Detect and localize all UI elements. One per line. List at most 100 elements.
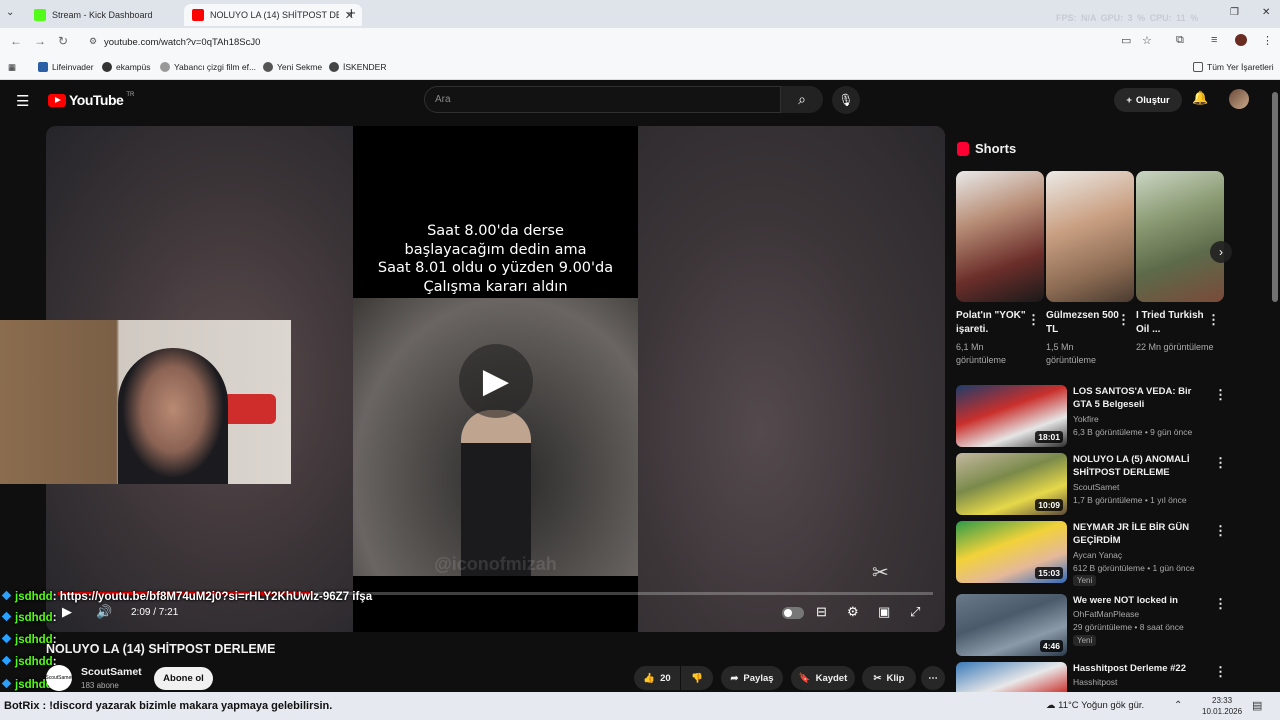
- short-more-icon[interactable]: ⋮: [1207, 312, 1220, 328]
- menu-icon[interactable]: ☰: [16, 92, 29, 110]
- volume-icon[interactable]: 🔊: [96, 604, 112, 620]
- account-avatar[interactable]: [1229, 89, 1249, 109]
- reload-icon[interactable]: ↻: [58, 34, 68, 48]
- shorts-logo-icon: [957, 141, 969, 156]
- recommended-video[interactable]: 18:01 LOS SANTOS'A VEDA: Bir GTA 5 Belge…: [956, 385, 1266, 447]
- bookmark-yeni-sekme[interactable]: Yeni Sekme: [263, 62, 322, 72]
- autoplay-toggle[interactable]: [782, 607, 804, 619]
- create-button[interactable]: + Oluştur: [1114, 88, 1182, 112]
- bookmark-star-icon[interactable]: ☆: [1142, 34, 1152, 47]
- bookmark-ekampus[interactable]: ekampüs: [102, 62, 151, 72]
- more-icon[interactable]: ⋮: [1214, 664, 1227, 680]
- video-thumbnail[interactable]: 15:03: [956, 521, 1067, 583]
- short-thumbnail[interactable]: [1046, 171, 1134, 302]
- short-title[interactable]: Gülmezsen 500 TL: [1046, 309, 1124, 337]
- channel-name[interactable]: ScoutSamet: [81, 666, 142, 678]
- theater-mode-icon[interactable]: ▣: [878, 604, 890, 620]
- share-button[interactable]: ➦ Paylaş: [721, 666, 783, 690]
- weather-widget[interactable]: ☁ 11°C Yoğun gök gür.: [1046, 700, 1144, 711]
- forward-icon[interactable]: →: [34, 34, 46, 48]
- recommended-title[interactable]: We were NOT locked in: [1073, 594, 1213, 607]
- system-clock[interactable]: 23:33 10.01.2026: [1202, 695, 1242, 717]
- page-scrollbar[interactable]: [1270, 80, 1280, 692]
- subscriber-count: 183 abone: [81, 681, 119, 690]
- tab-youtube-video[interactable]: NOLUYO LA (14) SHİTPOST DE ✕: [184, 4, 362, 26]
- dislike-button[interactable]: 👎: [681, 666, 713, 690]
- site-info-icon[interactable]: ⚙: [89, 36, 97, 47]
- shorts-next-button[interactable]: ›: [1210, 241, 1232, 263]
- clip-button[interactable]: ✂ Klip: [862, 666, 916, 690]
- recommended-video[interactable]: 15:03 NEYMAR JR İLE BİR GÜN GEÇİRDİM Ayc…: [956, 521, 1266, 586]
- more-actions-button[interactable]: ⋯: [921, 666, 945, 690]
- video-caption: Saat 8.00'da derse başlayacağım dedin am…: [353, 222, 638, 296]
- recommended-title[interactable]: Hasshitpost Derleme #22: [1073, 662, 1213, 675]
- url-field[interactable]: ⚙ youtube.com/watch?v=0qTAh18ScJ0: [82, 31, 1167, 53]
- scrollbar-thumb[interactable]: [1272, 92, 1278, 302]
- weather-text: 11°C Yoğun gök gür.: [1058, 700, 1145, 711]
- tab-search-icon[interactable]: ⌄: [6, 7, 14, 18]
- save-button[interactable]: 🔖 Kaydet: [791, 666, 855, 690]
- notification-icon[interactable]: ▤: [1252, 699, 1262, 712]
- bookmark-iskender[interactable]: İSKENDER: [329, 62, 386, 72]
- recommended-title[interactable]: NOLUYO LA (5) ANOMALİ SHİTPOST DERLEME: [1073, 453, 1213, 479]
- recommended-channel[interactable]: Hasshitpost: [1073, 677, 1117, 687]
- clock-date: 10.01.2026: [1202, 707, 1243, 716]
- apps-icon[interactable]: ▦: [8, 62, 16, 73]
- new-tab-button[interactable]: +: [347, 5, 356, 22]
- play-pause-icon[interactable]: ▶: [62, 604, 72, 620]
- short-title[interactable]: Polat'ın "YOK" işareti.: [956, 309, 1034, 337]
- recommended-video[interactable]: 10:09 NOLUYO LA (5) ANOMALİ SHİTPOST DER…: [956, 453, 1266, 515]
- subscribe-button[interactable]: Abone ol: [154, 667, 213, 690]
- profile-avatar[interactable]: [1235, 34, 1247, 46]
- tray-chevron-icon[interactable]: ⌃: [1174, 700, 1182, 711]
- video-thumbnail[interactable]: 4:46: [956, 594, 1067, 656]
- tab-kick-dashboard[interactable]: Stream - Kick Dashboard ✕: [26, 4, 204, 26]
- video-thumbnail[interactable]: [956, 662, 1067, 692]
- like-button[interactable]: 👍 20: [634, 666, 680, 690]
- video-watermark: @iconofmizah: [434, 554, 557, 574]
- big-play-button[interactable]: ▶: [459, 344, 533, 418]
- short-more-icon[interactable]: ⋮: [1027, 312, 1040, 328]
- badge-icon: [1, 611, 12, 622]
- recommended-title[interactable]: LOS SANTOS'A VEDA: Bir GTA 5 Belgeseli: [1073, 385, 1213, 411]
- extensions-icon[interactable]: ⧉: [1176, 34, 1184, 47]
- recommended-channel[interactable]: OhFatManPlease: [1073, 609, 1139, 619]
- close-window-icon[interactable]: ✕: [1262, 7, 1270, 18]
- fullscreen-icon[interactable]: ⤢: [910, 604, 920, 620]
- short-title[interactable]: I Tried Turkish Oil ...: [1136, 309, 1214, 337]
- short-more-icon[interactable]: ⋮: [1117, 312, 1130, 328]
- short-thumbnail[interactable]: [1136, 171, 1224, 302]
- bookmark-lifeinvader[interactable]: Lifeinvader: [38, 62, 94, 72]
- settings-gear-icon[interactable]: ⚙: [847, 604, 859, 620]
- channel-avatar[interactable]: ScoutSamet: [45, 665, 73, 691]
- recommended-channel[interactable]: ScoutSamet: [1073, 482, 1119, 492]
- youtube-logo[interactable]: YouTube TR: [48, 92, 134, 108]
- caption-line: Saat 8.00'da derse: [427, 223, 564, 239]
- bookmark-icon: 🔖: [798, 672, 811, 684]
- video-thumbnail[interactable]: 18:01: [956, 385, 1067, 447]
- recommended-title[interactable]: NEYMAR JR İLE BİR GÜN GEÇİRDİM: [1073, 521, 1213, 547]
- search-input[interactable]: Ara: [424, 86, 781, 113]
- thumbs-down-icon: 👎: [691, 672, 703, 684]
- more-icon[interactable]: ⋮: [1214, 523, 1227, 539]
- voice-search-button[interactable]: 🎙: [832, 86, 860, 114]
- bookmark-cizgi-film[interactable]: Yabancı çizgi film ef...: [160, 62, 256, 72]
- video-thumbnail[interactable]: 10:09: [956, 453, 1067, 515]
- more-icon[interactable]: ⋮: [1214, 387, 1227, 403]
- recommended-channel[interactable]: Yokfire: [1073, 414, 1099, 424]
- cast-icon[interactable]: ▭: [1121, 34, 1131, 47]
- browser-menu-icon[interactable]: ⋮: [1262, 34, 1273, 47]
- restore-window-icon[interactable]: ❐: [1230, 7, 1239, 18]
- recommended-video[interactable]: Hasshitpost Derleme #22 Hasshitpost ⋮: [956, 662, 1266, 692]
- search-button[interactable]: ⌕: [781, 86, 823, 113]
- subtitles-icon[interactable]: ⊟: [816, 604, 827, 620]
- back-icon[interactable]: ←: [10, 34, 22, 48]
- recommended-video[interactable]: 4:46 We were NOT locked in OhFatManPleas…: [956, 594, 1266, 656]
- reading-list-icon[interactable]: ≡: [1211, 34, 1217, 46]
- short-thumbnail[interactable]: [956, 171, 1044, 302]
- notifications-bell-icon[interactable]: 🔔: [1192, 90, 1208, 106]
- recommended-channel[interactable]: Aycan Yanaç: [1073, 550, 1122, 560]
- more-icon[interactable]: ⋮: [1214, 596, 1227, 612]
- all-bookmarks[interactable]: Tüm Yer İşaretleri: [1193, 62, 1274, 72]
- more-icon[interactable]: ⋮: [1214, 455, 1227, 471]
